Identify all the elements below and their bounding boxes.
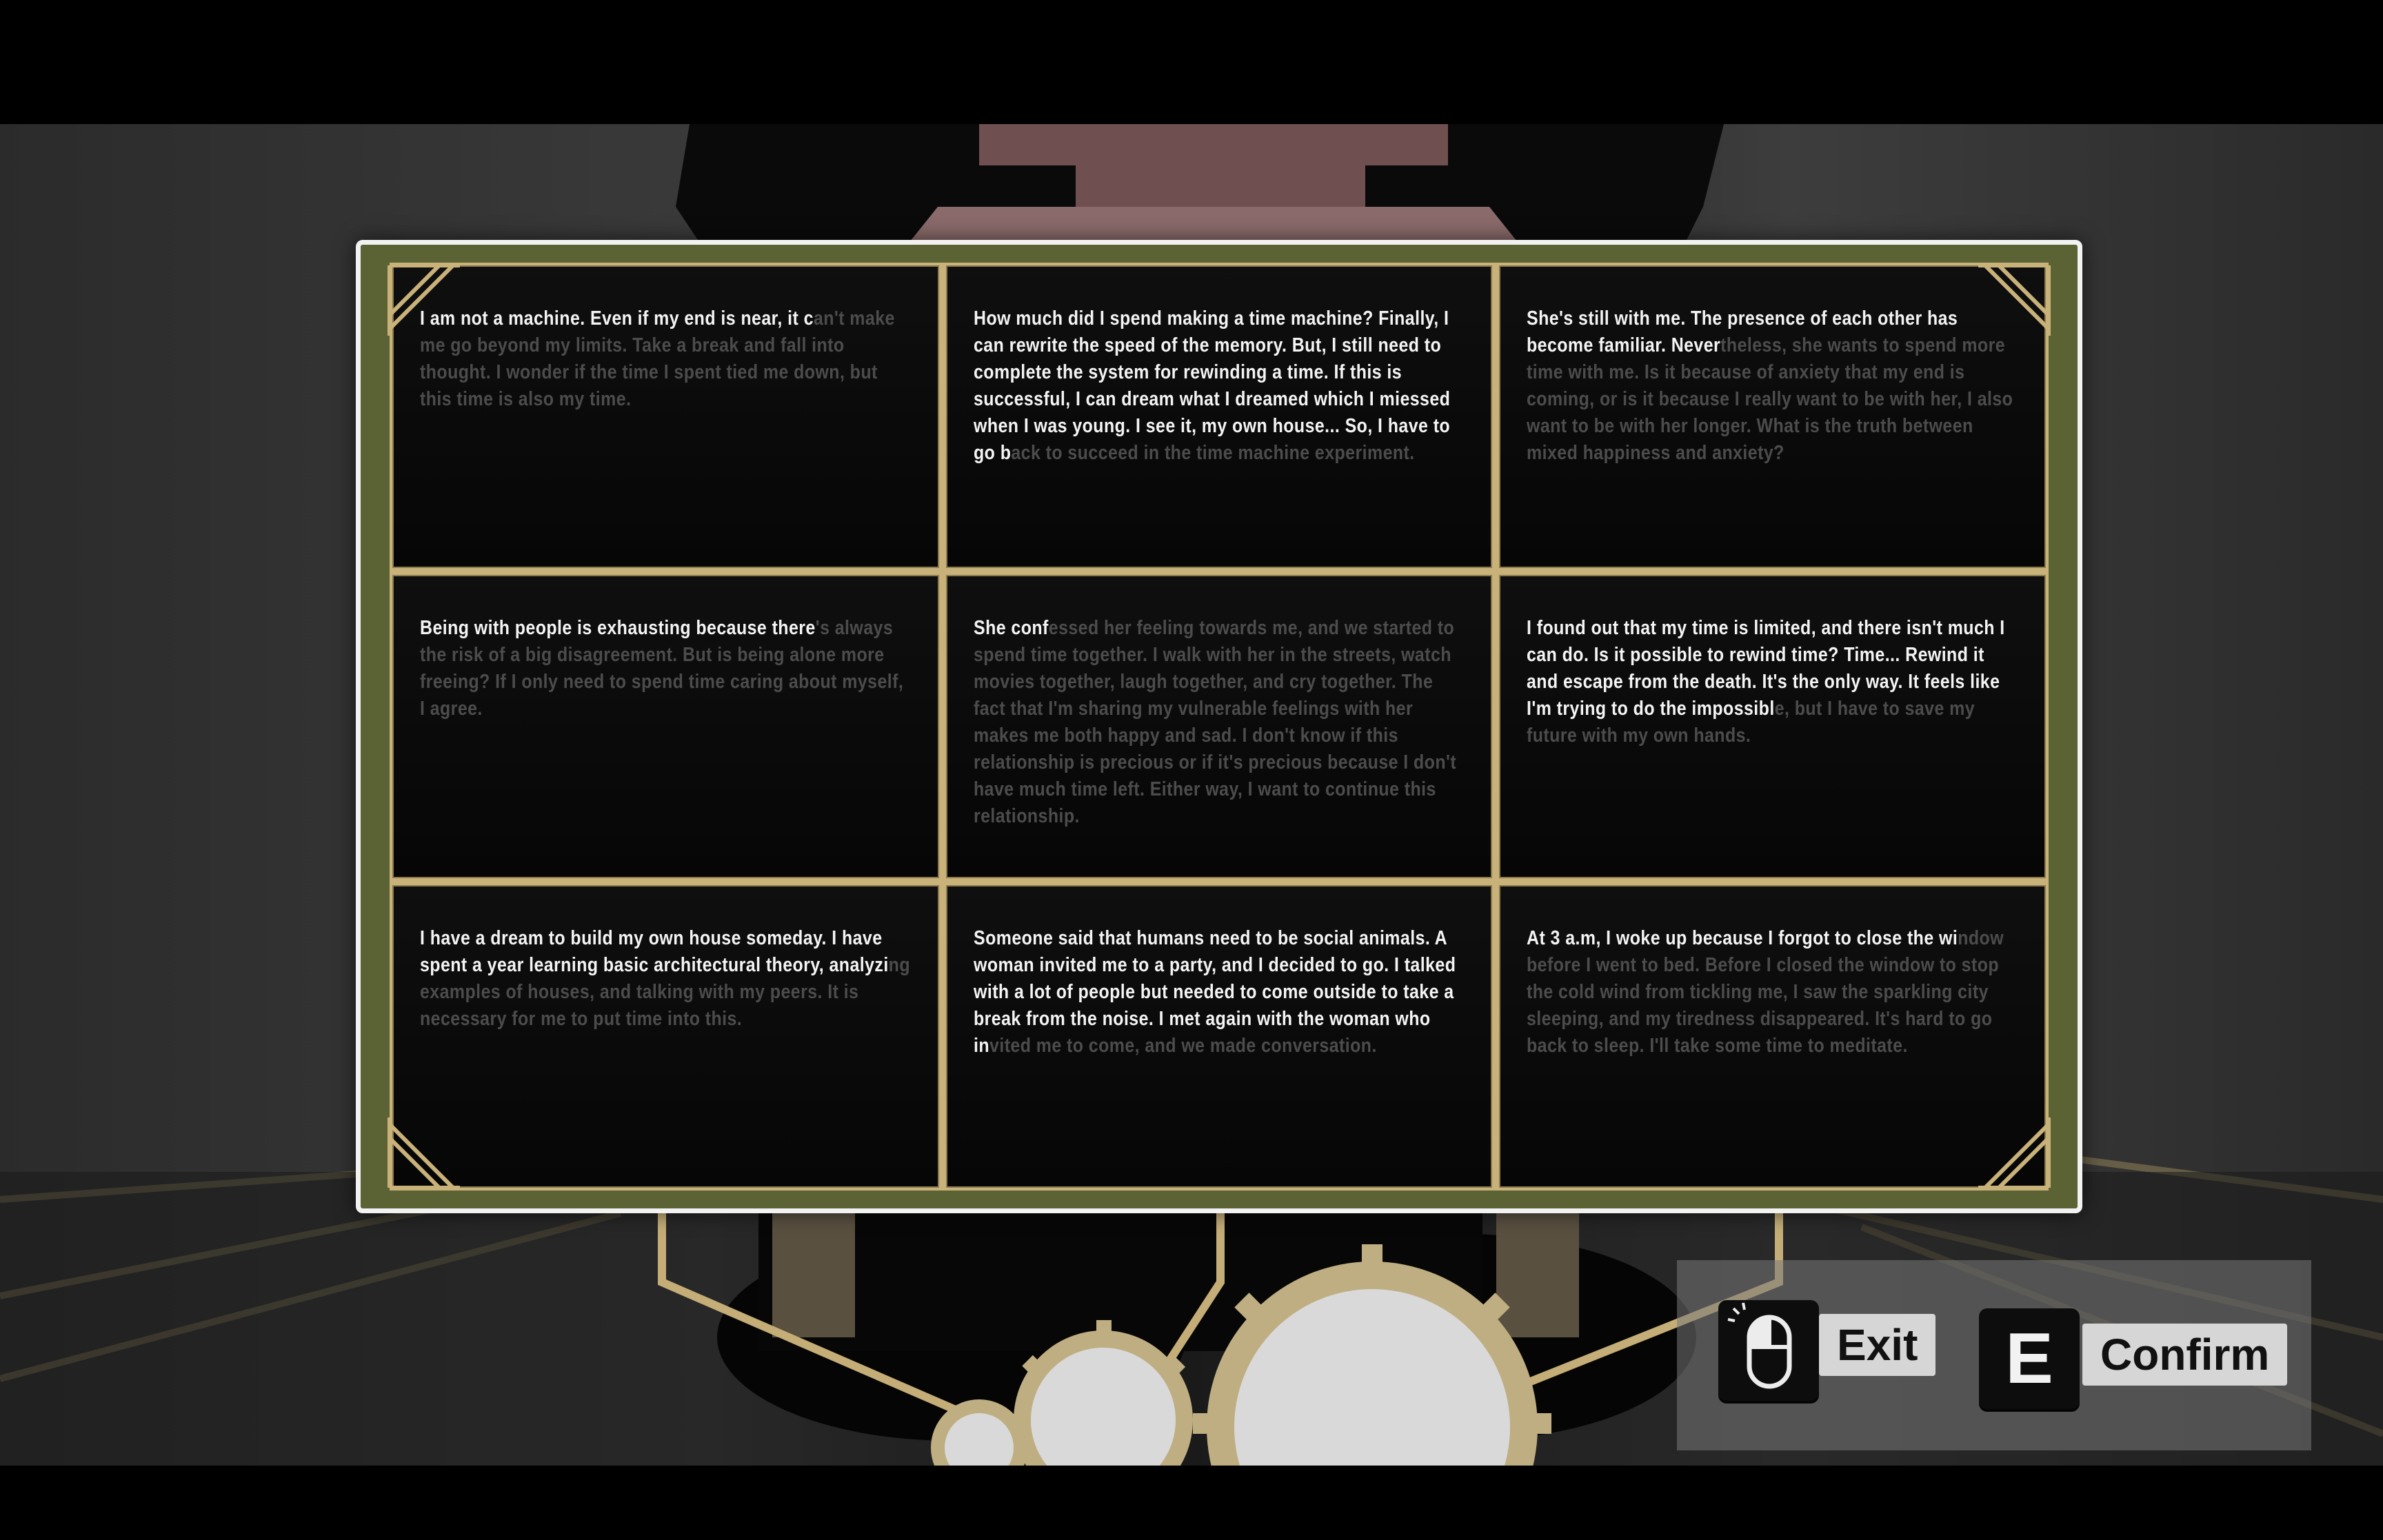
confirm-key-button[interactable]: E <box>1979 1308 2080 1409</box>
card-text-revealed: Being with people is exhausting because … <box>420 617 816 640</box>
memory-card-6[interactable]: I found out that my time is limited, and… <box>1499 575 2046 878</box>
game-screen: I am not a machine. Even if my end is ne… <box>0 0 2383 1540</box>
memory-grid: I am not a machine. Even if my end is ne… <box>390 263 2049 1191</box>
memory-card-4[interactable]: Being with people is exhausting because … <box>392 575 939 878</box>
memory-board: I am not a machine. Even if my end is ne… <box>356 240 2082 1213</box>
memory-card-5[interactable]: She confessed her feeling towards me, an… <box>945 575 1493 878</box>
card-text-revealed: At 3 a.m, I woke up because I forgot to … <box>1527 926 1958 949</box>
controls-panel: Exit E Confirm <box>1677 1260 2311 1450</box>
board-grid-frame: I am not a machine. Even if my end is ne… <box>390 263 2049 1191</box>
card-text-hidden: vited me to come, and we made conversati… <box>989 1034 1377 1057</box>
memory-card-3[interactable]: She's still with me. The presence of eac… <box>1499 265 2046 569</box>
memory-card-7[interactable]: I have a dream to build my own house som… <box>392 884 939 1188</box>
card-text-revealed: She conf <box>973 617 1049 640</box>
memory-card-1[interactable]: I am not a machine. Even if my end is ne… <box>392 265 939 569</box>
card-text-revealed: I have a dream to build my own house som… <box>420 926 889 976</box>
card-text-revealed: How much did I spend making a time machi… <box>973 307 1450 464</box>
key-e-glyph: E <box>2005 1318 2053 1399</box>
mouse-icon <box>1727 1302 1792 1389</box>
game-scene: I am not a machine. Even if my end is ne… <box>0 124 2383 1466</box>
memory-card-9[interactable]: At 3 a.m, I woke up because I forgot to … <box>1499 884 2046 1188</box>
exit-label[interactable]: Exit <box>1819 1314 1936 1376</box>
confirm-label[interactable]: Confirm <box>2082 1324 2288 1386</box>
memory-card-8[interactable]: Someone said that humans need to be soci… <box>945 884 1493 1188</box>
card-text-hidden: ack to succeed in the time machine exper… <box>1011 442 1415 464</box>
card-text-hidden: essed her feeling towards me, and we sta… <box>973 617 1456 828</box>
card-text-revealed: I am not a machine. Even if my end is ne… <box>420 307 814 330</box>
memory-card-2[interactable]: How much did I spend making a time machi… <box>945 265 1493 569</box>
exit-mouse-button[interactable] <box>1718 1300 1819 1401</box>
